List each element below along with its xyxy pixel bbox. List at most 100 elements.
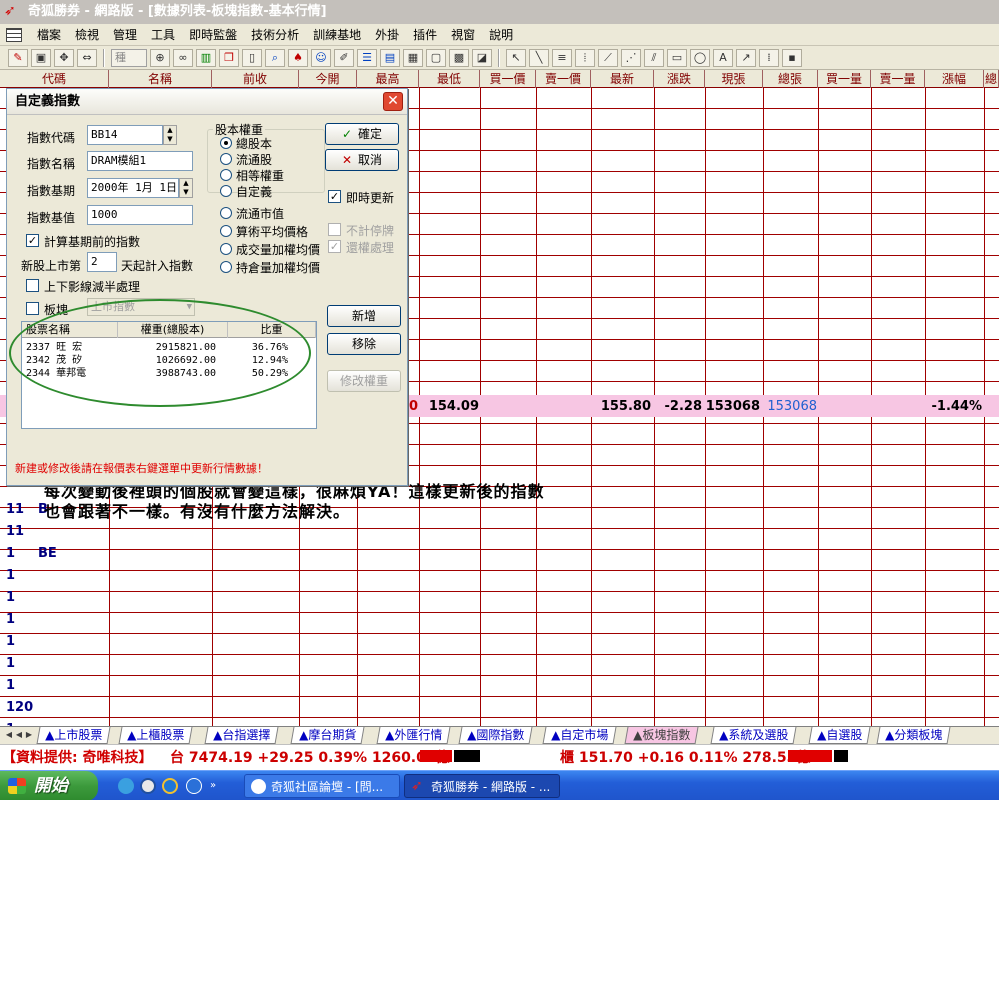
split-icon[interactable]: ▤	[380, 48, 400, 67]
base-value-field[interactable]: 1000	[87, 205, 193, 225]
list-item[interactable]: 2344 華邦電 3988743.00 50.29%	[22, 367, 316, 380]
list-item[interactable]: 2342 茂 矽 1026692.00 12.94%	[22, 354, 316, 367]
link-icon[interactable]: ⇔	[77, 48, 97, 67]
col-ask[interactable]: 賣一價	[536, 70, 591, 88]
weight-radio-oi-vwap[interactable]	[220, 261, 232, 273]
menu-manage[interactable]: 管理	[106, 26, 144, 43]
person-icon[interactable]: ☺	[311, 48, 331, 67]
code-field[interactable]: BB14	[87, 125, 163, 145]
period-combo[interactable]: 種	[111, 48, 147, 67]
alert-icon[interactable]: ♠	[288, 48, 308, 67]
tab-intl-index[interactable]: ▲國際指數	[458, 727, 533, 744]
tab-options[interactable]: ▲台指選擇	[204, 727, 279, 744]
menu-help[interactable]: 說明	[482, 26, 520, 43]
col-open[interactable]: 今開	[299, 70, 357, 88]
col-code[interactable]: 代碼	[0, 70, 109, 88]
list-item[interactable]: 2337 旺 宏 2915821.00 36.76%	[22, 341, 316, 354]
picture-icon[interactable]: ▩	[449, 48, 469, 67]
vertical-lines-icon[interactable]: ⦙	[575, 48, 595, 67]
tab-system-select[interactable]: ▲系統及選股	[710, 727, 797, 744]
new-stock-days-field[interactable]: 2	[87, 252, 117, 272]
add-button[interactable]: 新增	[327, 305, 401, 327]
restore-checkbox[interactable]: ✓	[328, 240, 341, 253]
channel-icon[interactable]: ⫽	[644, 48, 664, 67]
line-icon[interactable]: ╲	[529, 48, 549, 67]
dots-icon[interactable]: ⁞	[759, 48, 779, 67]
tab-custom-market[interactable]: ▲自定市場	[542, 727, 617, 744]
sector-select[interactable]: 上市指數 ▼	[87, 298, 195, 316]
code-spinner[interactable]: ▲ ▼	[163, 125, 177, 145]
weight-radio-total[interactable]	[220, 137, 232, 149]
media-player-icon[interactable]	[140, 778, 156, 794]
binocular-icon[interactable]: ∞	[173, 48, 193, 67]
ok-button[interactable]: ✓ 確定	[325, 123, 399, 145]
weight-radio-vwap[interactable]	[220, 243, 232, 255]
weight-radio-custom[interactable]	[220, 185, 232, 197]
first-tab-icon[interactable]: ◀	[4, 729, 14, 741]
list-col-name[interactable]: 股票名稱	[22, 322, 118, 338]
cancel-button[interactable]: ✕ 取消	[325, 149, 399, 171]
col-latest[interactable]: 最新	[591, 70, 654, 88]
next-tab-icon[interactable]: ▶	[24, 729, 34, 741]
col-high[interactable]: 最高	[357, 70, 419, 88]
grid-menu-icon[interactable]	[6, 27, 22, 42]
shadow-checkbox[interactable]	[26, 279, 39, 292]
ie-icon[interactable]	[186, 778, 202, 794]
menu-monitor[interactable]: 即時監盤	[182, 26, 244, 43]
list-col-ratio[interactable]: 比重	[228, 322, 316, 338]
text-icon[interactable]: A	[713, 48, 733, 67]
menu-file[interactable]: 檔案	[30, 26, 68, 43]
layout-icon[interactable]: ☰	[357, 48, 377, 67]
modify-weight-button[interactable]: 修改權重	[327, 370, 401, 392]
remove-button[interactable]: 移除	[327, 333, 401, 355]
lines-icon[interactable]: ≡	[552, 48, 572, 67]
pen-icon[interactable]: ✐	[334, 48, 354, 67]
menu-training[interactable]: 訓練基地	[306, 26, 368, 43]
menu-window[interactable]: 視窗	[444, 26, 482, 43]
base-date-field[interactable]: 2000年 1月 1日	[87, 178, 179, 198]
menu-view[interactable]: 檢視	[68, 26, 106, 43]
weight-radio-avg-price[interactable]	[220, 225, 232, 237]
col-total-volume[interactable]: 總張	[763, 70, 818, 88]
weight-radio-float-cap[interactable]	[220, 207, 232, 219]
fib-icon[interactable]: ⋰	[621, 48, 641, 67]
weight-radio-float[interactable]	[220, 153, 232, 165]
tab-otc[interactable]: ▲上櫃股票	[118, 727, 193, 744]
start-button[interactable]: 開始	[0, 771, 98, 801]
col-name[interactable]: 名稱	[109, 70, 212, 88]
col-more[interactable]: 總	[984, 70, 999, 88]
col-bid-volume[interactable]: 買一量	[818, 70, 871, 88]
chart-icon[interactable]: ▥	[196, 48, 216, 67]
tab-sector-index[interactable]: ▲板塊指數	[624, 727, 699, 744]
tab-forex[interactable]: ▲外匯行情	[376, 727, 451, 744]
book-icon[interactable]: ▯	[242, 48, 262, 67]
close-icon[interactable]: ✕	[383, 92, 403, 111]
fan-icon[interactable]: ⟋	[598, 48, 618, 67]
window-icon[interactable]: ▢	[426, 48, 446, 67]
save-icon[interactable]: ▪	[782, 48, 802, 67]
col-pct[interactable]: 漲幅	[925, 70, 984, 88]
arrow-icon[interactable]: ↗	[736, 48, 756, 67]
col-low[interactable]: 最低	[419, 70, 480, 88]
list-col-weight[interactable]: 權重(總股本)	[118, 322, 228, 338]
calc-before-checkbox[interactable]: ✓	[26, 234, 39, 247]
menu-addons[interactable]: 插件	[406, 26, 444, 43]
quicklaunch-app-icon[interactable]	[118, 778, 134, 794]
tab-watchlist[interactable]: ▲自選股	[808, 727, 871, 744]
menu-tools[interactable]: 工具	[144, 26, 182, 43]
col-bid[interactable]: 買一價	[480, 70, 536, 88]
open-icon[interactable]: ✎	[8, 48, 28, 67]
quicklaunch-more-icon[interactable]: »	[210, 780, 216, 791]
tab-listed[interactable]: ▲上市股票	[36, 727, 111, 744]
tab-msci-futures[interactable]: ▲摩台期貨	[290, 727, 365, 744]
stock-list[interactable]: 股票名稱 權重(總股本) 比重 2337 旺 宏 2915821.00 36.7…	[21, 321, 317, 429]
tab-category-sector[interactable]: ▲分類板塊	[876, 727, 951, 744]
b-icon[interactable]: ▣	[31, 48, 51, 67]
col-prev-close[interactable]: 前收	[212, 70, 299, 88]
menu-plugin[interactable]: 外掛	[368, 26, 406, 43]
col-ask-volume[interactable]: 賣一量	[871, 70, 925, 88]
trend-icon[interactable]: ◪	[472, 48, 492, 67]
circle-icon[interactable]: ◯	[690, 48, 710, 67]
col-volume[interactable]: 現張	[705, 70, 763, 88]
taskbar-forum-window[interactable]: 奇狐社區論壇 - [問...	[244, 774, 400, 798]
